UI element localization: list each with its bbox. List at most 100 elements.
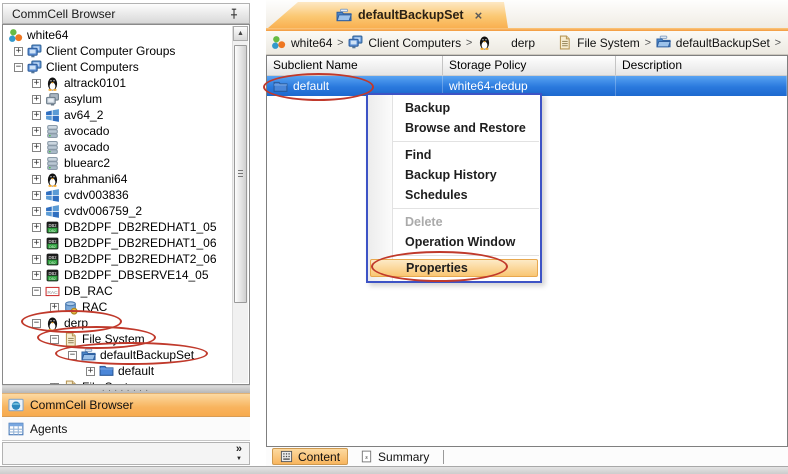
expand-toggle-icon[interactable]: + [32,95,41,104]
expand-toggle-icon[interactable]: + [32,79,41,88]
tree-node-file-system[interactable]: − File System [4,331,232,347]
menu-item-find[interactable]: Find [368,145,540,165]
tab-close-icon[interactable]: × [475,9,483,22]
expand-toggle-icon[interactable]: + [32,223,41,232]
breadcrumb-separator: > [332,37,348,49]
collapse-toggle-icon[interactable]: − [32,319,41,328]
menu-item-backup-history[interactable]: Backup History [368,165,540,185]
tree-node-bluearc2[interactable]: +bluearc2 [4,155,232,171]
tree-node-label: Client Computer Groups [46,43,175,59]
column-header-storage-policy[interactable]: Storage Policy [443,56,616,75]
computer-group-icon [27,44,42,59]
scrollbar-up-icon[interactable]: ▲ [233,26,248,41]
tree-node-label: File System [82,379,145,384]
bottom-tabbar: Content sSummary [266,447,788,466]
dropdown-arrow-icon[interactable]: ▼ [236,454,242,464]
cell-description [616,76,787,96]
menu-item-schedules[interactable]: Schedules [368,185,540,205]
tree-node-client-computers[interactable]: −Client Computers [4,59,232,75]
expand-toggle-icon[interactable]: + [32,175,41,184]
collapse-toggle-icon[interactable]: − [32,287,41,296]
menu-item-browse-and-restore[interactable]: Browse and Restore [368,118,540,138]
tree-node-default[interactable]: +default [4,363,232,379]
expand-toggle-icon[interactable]: + [50,303,59,312]
commcell-browser-panel: CommCell Browser white64 + Client Computer… [0,0,252,466]
scrollbar-thumb[interactable] [234,45,247,303]
tab-label: defaultBackupSet [358,8,464,22]
svg-text:DB2: DB2 [49,276,56,280]
windows-icon [45,204,60,219]
expand-toggle-icon[interactable]: + [32,207,41,216]
panel-splitter-handle[interactable]: ........ [2,385,250,393]
pin-icon[interactable] [228,8,240,20]
tree-node-defaultbackupset[interactable]: −defaultBackupSet [4,347,232,363]
tree-node-derp[interactable]: −derp [4,315,232,331]
bottom-tab-label: Summary [378,450,429,464]
menu-separator [369,208,539,209]
column-header-description[interactable]: Description [616,56,787,75]
tree-node-brahmani64[interactable]: +brahmani64 [4,171,232,187]
panel-overflow-area: » ▼ [2,442,250,465]
breadcrumb-label: derp [511,36,535,50]
expand-toggle-icon[interactable]: + [32,127,41,136]
bottom-tab-summary[interactable]: sSummary [353,448,436,465]
tree-node-db2dpf-db2redhat2-06[interactable]: +DB2DB2DB2DPF_DB2REDHAT2_06 [4,251,232,267]
panel-button-commcell-browser[interactable]: CommCell Browser [2,393,250,417]
commcell-icon [271,35,286,50]
tree-node-db2dpf-dbserve14-05[interactable]: +DB2DB2DB2DPF_DBSERVE14_05 [4,267,232,283]
tree-node-avocado[interactable]: +avocado [4,139,232,155]
tree-node-asylum[interactable]: +asylum [4,91,232,107]
expand-toggle-icon[interactable]: + [50,383,59,385]
breadcrumb-item-derp[interactable]: derp [477,35,535,50]
svg-text:DB2: DB2 [49,228,56,232]
expand-toggle-icon[interactable]: + [32,271,41,280]
tree-node-label: cvdv003836 [64,187,129,203]
penguin-icon [45,316,60,331]
filesystem-icon [557,35,572,50]
column-header-subclient-name[interactable]: Subclient Name [267,56,443,75]
tree-node-cvdv006759-2[interactable]: +cvdv006759_2 [4,203,232,219]
tree-node-db2dpf-db2redhat1-06[interactable]: +DB2DB2DB2DPF_DB2REDHAT1_06 [4,235,232,251]
computer-group-icon [27,60,42,75]
tree-node-label: RAC [82,299,107,315]
collapse-toggle-icon[interactable]: − [14,63,23,72]
menu-item-properties[interactable]: Properties [370,259,538,277]
breadcrumb-item-file-system[interactable]: File System [557,35,640,50]
backupset-icon [81,348,96,363]
menu-item-backup[interactable]: Backup [368,98,540,118]
breadcrumb-label: white64 [291,36,332,50]
expand-toggle-icon[interactable]: + [86,367,95,376]
chevron-double-right-icon[interactable]: » [236,444,242,454]
expand-toggle-icon[interactable]: + [32,255,41,264]
breadcrumb-item-client-computers[interactable]: Client Computers [348,35,461,50]
expand-toggle-icon[interactable]: + [32,111,41,120]
tree-node-avocado[interactable]: +avocado [4,123,232,139]
tree-node-db-rac[interactable]: −RACDB_RAC [4,283,232,299]
breadcrumb-item-white64[interactable]: white64 [271,35,332,50]
panel-button-agents[interactable]: Agents [2,417,250,441]
expand-toggle-icon[interactable]: + [32,239,41,248]
collapse-toggle-icon[interactable]: − [68,351,77,360]
tree-node-av64-2[interactable]: +av64_2 [4,107,232,123]
db2-icon: DB2DB2 [45,220,60,235]
server-icon [45,156,60,171]
tree-node-white64[interactable]: white64 [4,27,232,43]
expand-toggle-icon[interactable]: + [32,143,41,152]
breadcrumb-item-defaultbackupset[interactable]: defaultBackupSet [656,35,770,50]
expand-toggle-icon[interactable]: + [32,159,41,168]
tree-node-db2dpf-db2redhat1-05[interactable]: +DB2DB2DB2DPF_DB2REDHAT1_05 [4,219,232,235]
svg-text:DB2: DB2 [49,254,58,259]
expand-toggle-icon[interactable]: + [14,47,23,56]
tree-node-rac[interactable]: + RAC [4,299,232,315]
tree-node-client-computer-groups[interactable]: + Client Computer Groups [4,43,232,59]
tab-defaultbackupset[interactable]: defaultBackupSet × [268,2,508,28]
menu-item-operation-window[interactable]: Operation Window [368,232,540,252]
tree-node-altrack0101[interactable]: +altrack0101 [4,75,232,91]
bottom-tab-content[interactable]: Content [272,448,348,465]
tree-node-file-system[interactable]: + File System [4,379,232,384]
expand-toggle-icon[interactable]: + [32,191,41,200]
tree-node-label: File System [82,331,145,347]
breadcrumb-separator: > [640,37,656,49]
tree-node-cvdv003836[interactable]: + cvdv003836 [4,187,232,203]
collapse-toggle-icon[interactable]: − [50,335,59,344]
